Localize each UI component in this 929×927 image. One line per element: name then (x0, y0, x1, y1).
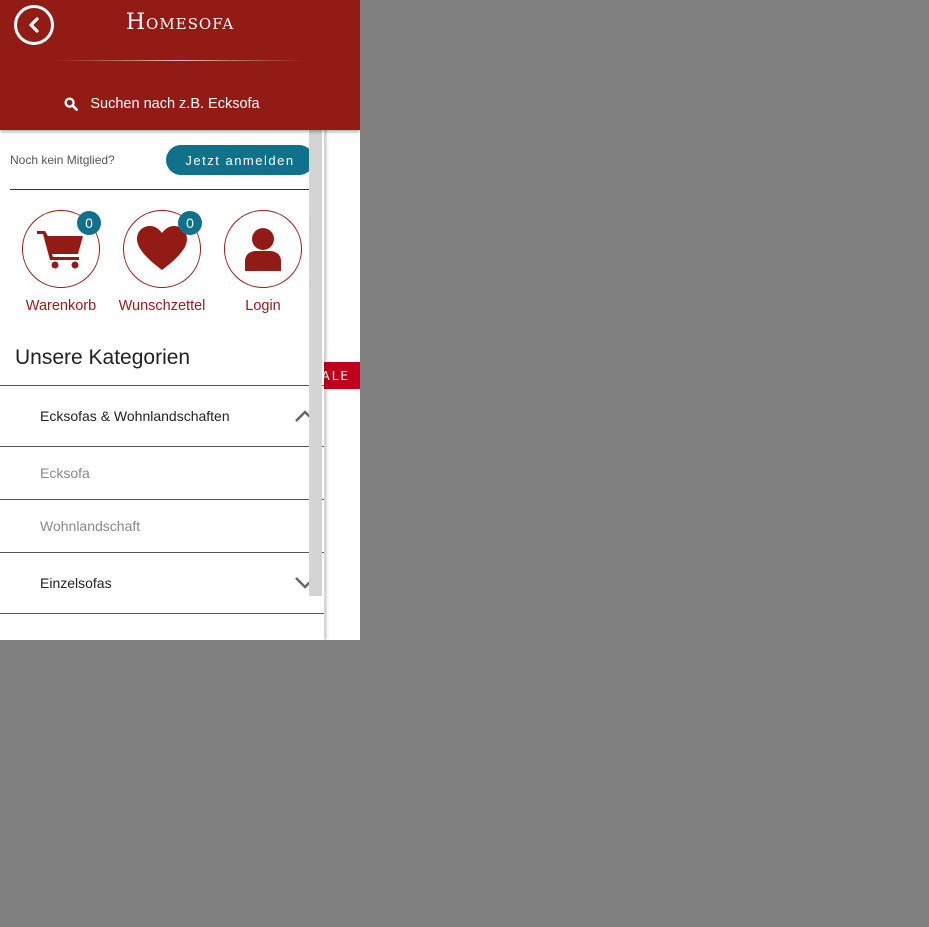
category-ecksofas[interactable]: Ecksofas & Wohnlandschaften (0, 385, 324, 446)
category-label: Einzelsofas (40, 575, 112, 591)
cart-icon (37, 231, 83, 269)
cart-count-badge: 0 (77, 211, 101, 235)
category-next-partial[interactable] (0, 613, 324, 640)
login-link[interactable]: Login (213, 210, 313, 314)
wishlist-circle: 0 (123, 210, 202, 288)
mobile-viewport: ALE Homesofa Suchen nach z.B. Ecksofa No… (0, 0, 360, 640)
categories-heading: Unsere Kategorien (15, 346, 191, 369)
signup-button[interactable]: Jetzt anmelden (166, 145, 314, 175)
category-list: Ecksofas & Wohnlandschaften Ecksofa Wohn… (0, 385, 324, 640)
member-prompt: Noch kein Mitglied? (10, 153, 115, 167)
cart-label: Warenkorb (25, 298, 97, 314)
category-label: Ecksofas & Wohnlandschaften (40, 408, 230, 424)
user-icon (245, 228, 281, 271)
search-icon (64, 97, 79, 111)
drawer-scrollbar[interactable] (309, 130, 322, 596)
wishlist-link[interactable]: 0 Wunschzettel (112, 210, 212, 314)
wishlist-count-badge: 0 (178, 211, 202, 235)
subcategory-ecksofa[interactable]: Ecksofa (0, 446, 324, 499)
member-divider (10, 189, 314, 190)
search-trigger[interactable]: Suchen nach z.B. Ecksofa (0, 96, 324, 112)
subcategory-label: Ecksofa (40, 465, 90, 481)
drawer-header: Homesofa Suchen nach z.B. Ecksofa (0, 0, 360, 130)
cart-link[interactable]: 0 Warenkorb (11, 210, 111, 314)
category-einzelsofas[interactable]: Einzelsofas (0, 552, 324, 613)
brand-logo[interactable]: Homesofa (0, 10, 360, 35)
search-placeholder: Suchen nach z.B. Ecksofa (90, 96, 260, 112)
login-circle (224, 210, 302, 288)
member-row: Noch kein Mitglied? Jetzt anmelden (10, 145, 314, 175)
heart-icon (137, 226, 187, 270)
header-divider (55, 60, 305, 61)
quick-links: 0 Warenkorb 0 Wunschzettel Login (0, 210, 324, 320)
cart-circle: 0 (22, 210, 101, 288)
login-label: Login (245, 298, 281, 314)
subcategory-label: Wohnlandschaft (40, 518, 141, 534)
wishlist-label: Wunschzettel (118, 298, 206, 314)
subcategory-wohnlandschaft[interactable]: Wohnlandschaft (0, 499, 324, 552)
